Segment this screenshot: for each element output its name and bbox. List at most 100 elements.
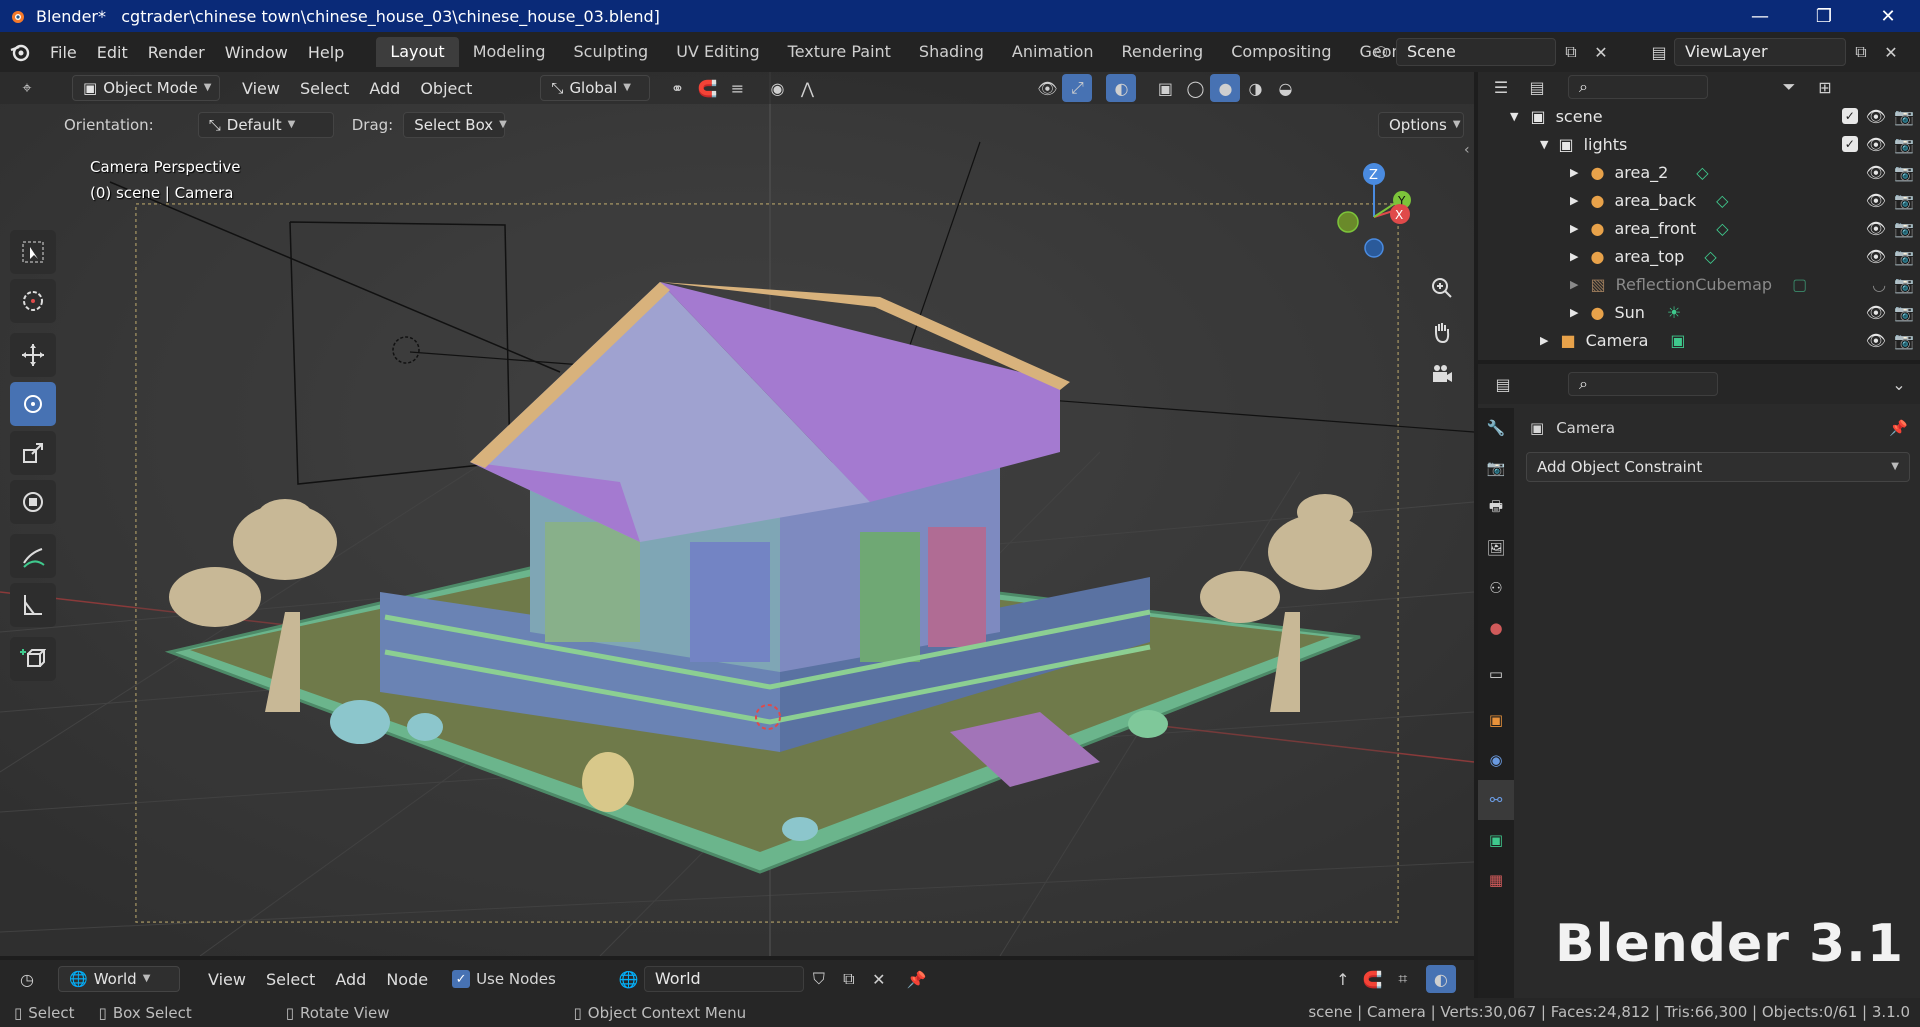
scene-tab-icon[interactable]: ⚇ — [1478, 568, 1514, 608]
tab-texture-paint[interactable]: Texture Paint — [774, 37, 905, 67]
tab-compositing[interactable]: Compositing — [1217, 37, 1345, 67]
camera-render-icon[interactable]: 📷 — [1894, 247, 1914, 266]
options-dropdown[interactable]: Options ▼ — [1378, 112, 1464, 138]
view-layer-icon[interactable]: ▤ — [1644, 38, 1674, 66]
camera-render-icon[interactable]: 📷 — [1894, 163, 1914, 182]
camera-render-icon[interactable]: 📷 — [1894, 303, 1914, 322]
properties-editor-icon[interactable]: ▤ — [1488, 370, 1518, 398]
select-box-tool-icon[interactable] — [10, 230, 56, 274]
tab-layout[interactable]: Layout — [376, 37, 459, 67]
close-button[interactable]: ✕ — [1856, 0, 1920, 32]
outliner-row-camera[interactable]: ▶ ■ Camera ▣ 👁 📷 — [1478, 326, 1920, 354]
scene-field[interactable]: Scene — [1396, 38, 1556, 66]
expand-arrow-icon[interactable]: ▶ — [1570, 278, 1578, 291]
outliner-row-lights[interactable]: ▼ ▣ lights ✓ 👁 📷 — [1478, 130, 1920, 158]
minimize-button[interactable]: — — [1728, 0, 1792, 32]
world-tab-icon[interactable]: ● — [1478, 608, 1514, 648]
visibility-icon[interactable]: 👁 — [1032, 74, 1062, 102]
camera-render-icon[interactable]: 📷 — [1894, 331, 1914, 350]
new-scene-icon[interactable]: ⧉ — [1556, 38, 1586, 66]
blender-logo-icon[interactable] — [0, 41, 40, 63]
outliner-row-sun[interactable]: ▶ ● Sun ☀ 👁 📷 — [1478, 298, 1920, 326]
expand-arrow-icon[interactable]: ▶ — [1570, 194, 1578, 207]
node-snap-icon[interactable]: 🧲 — [1358, 965, 1388, 993]
object-tab-icon[interactable]: ▣ — [1478, 700, 1514, 740]
pan-hand-icon[interactable] — [1424, 314, 1460, 350]
eye-icon[interactable]: 👁 — [1866, 331, 1886, 350]
filter-icon[interactable]: ⏷ — [1774, 73, 1804, 101]
falloff-icon[interactable]: ⋀ — [792, 74, 822, 102]
tool-tab-icon[interactable]: 🔧 — [1478, 408, 1514, 448]
view-layer-field[interactable]: ViewLayer — [1674, 38, 1846, 66]
collection-tab-icon[interactable]: ▭ — [1478, 654, 1514, 694]
eye-icon[interactable]: 👁 — [1866, 135, 1886, 154]
viewport-menu-object[interactable]: Object — [410, 79, 482, 98]
xray-icon[interactable]: ▣ — [1150, 74, 1180, 102]
eye-closed-icon[interactable]: ◡ — [1872, 275, 1886, 294]
expand-arrow-icon[interactable]: ▶ — [1570, 250, 1578, 263]
expand-arrow-icon[interactable]: ▶ — [1570, 222, 1578, 235]
add-object-constraint-dropdown[interactable]: Add Object Constraint ▼ — [1526, 452, 1910, 482]
view-layer-tab-icon[interactable]: 🖼 — [1478, 528, 1514, 568]
expand-arrow-icon[interactable]: ▼ — [1510, 110, 1518, 123]
node-snap-target-icon[interactable]: ⌗ — [1388, 965, 1418, 993]
node-menu-add[interactable]: Add — [325, 970, 376, 989]
tab-modeling[interactable]: Modeling — [459, 37, 560, 67]
unlink-world-icon[interactable]: ✕ — [864, 965, 894, 993]
use-nodes-checkbox[interactable]: ✓ — [452, 970, 471, 988]
properties-search-input[interactable]: ⌕ — [1568, 372, 1718, 396]
new-collection-icon[interactable]: ⊞ — [1810, 73, 1840, 101]
world-browse-icon[interactable]: 🌐 — [614, 965, 644, 993]
eye-icon[interactable]: 👁 — [1866, 107, 1886, 126]
pin-icon[interactable]: 📌 — [902, 965, 932, 993]
shading-solid-icon[interactable]: ● — [1210, 74, 1241, 102]
display-mode-icon[interactable]: ▤ — [1522, 73, 1552, 101]
snap-target-icon[interactable]: ≡ — [722, 74, 752, 102]
render-tab-icon[interactable]: 📷 — [1478, 448, 1514, 488]
exclude-checkbox[interactable]: ✓ — [1841, 136, 1858, 152]
shading-rendered-icon[interactable]: ◒ — [1270, 74, 1300, 102]
mode-dropdown[interactable]: ▣ Object Mode ▼ — [72, 75, 220, 101]
outliner-row-area-top[interactable]: ▶ ● area_top ◇ 👁 📷 — [1478, 242, 1920, 270]
expand-arrow-icon[interactable]: ▶ — [1540, 334, 1548, 347]
camera-render-icon[interactable]: 📷 — [1894, 191, 1914, 210]
texture-tab-icon[interactable]: ▦ — [1478, 860, 1514, 900]
viewport-menu-select[interactable]: Select — [290, 79, 359, 98]
tab-shading[interactable]: Shading — [905, 37, 998, 67]
viewport-menu-view[interactable]: View — [232, 79, 290, 98]
editor-type-icon[interactable]: ⌖ — [12, 74, 42, 102]
shader-type-dropdown[interactable]: 🌐 World ▼ — [58, 966, 180, 992]
outliner-row-scene[interactable]: ▼ ▣ scene ✓ 👁 📷 — [1478, 102, 1920, 130]
orientation-dropdown[interactable]: ⤡ Default ▼ — [197, 112, 334, 138]
viewport-menu-add[interactable]: Add — [359, 79, 410, 98]
delete-scene-icon[interactable]: ✕ — [1586, 38, 1616, 66]
camera-render-icon[interactable]: 📷 — [1894, 275, 1914, 294]
tab-uv-editing[interactable]: UV Editing — [662, 37, 773, 67]
rotate-tool-icon[interactable] — [10, 382, 56, 426]
transform-orientation-dropdown[interactable]: ⤡ Global ▼ — [540, 75, 651, 101]
shading-material-icon[interactable]: ◑ — [1240, 74, 1270, 102]
gizmo-toggle-icon[interactable]: ⤢ — [1062, 74, 1093, 102]
pin-properties-icon[interactable]: 📌 — [1889, 419, 1908, 437]
menu-edit[interactable]: Edit — [87, 43, 138, 62]
camera-render-icon[interactable]: 📷 — [1894, 135, 1914, 154]
tab-rendering[interactable]: Rendering — [1108, 37, 1218, 67]
pivot-icon[interactable]: ⚭ — [662, 74, 692, 102]
scale-tool-icon[interactable] — [10, 431, 56, 475]
editor-type-clock-icon[interactable]: ◷ — [12, 965, 42, 993]
measure-tool-icon[interactable] — [10, 583, 56, 627]
eye-icon[interactable]: 👁 — [1866, 191, 1886, 210]
duplicate-world-icon[interactable]: ⧉ — [834, 965, 864, 993]
eye-icon[interactable]: 👁 — [1866, 219, 1886, 238]
camera-render-icon[interactable]: 📷 — [1894, 219, 1914, 238]
delete-view-layer-icon[interactable]: ✕ — [1876, 38, 1906, 66]
use-nodes-toggle[interactable]: ✓ Use Nodes — [452, 970, 556, 988]
annotate-tool-icon[interactable] — [10, 534, 56, 578]
camera-view-icon[interactable] — [1424, 356, 1460, 392]
parent-node-tree-icon[interactable]: ↑ — [1328, 965, 1358, 993]
expand-arrow-icon[interactable]: ▶ — [1570, 306, 1578, 319]
node-menu-view[interactable]: View — [198, 970, 256, 989]
node-menu-select[interactable]: Select — [256, 970, 325, 989]
3d-viewport[interactable]: ⌖ ▣ Object Mode ▼ View Select Add Object ⤡… — [0, 72, 1474, 956]
transform-tool-icon[interactable] — [10, 480, 56, 524]
